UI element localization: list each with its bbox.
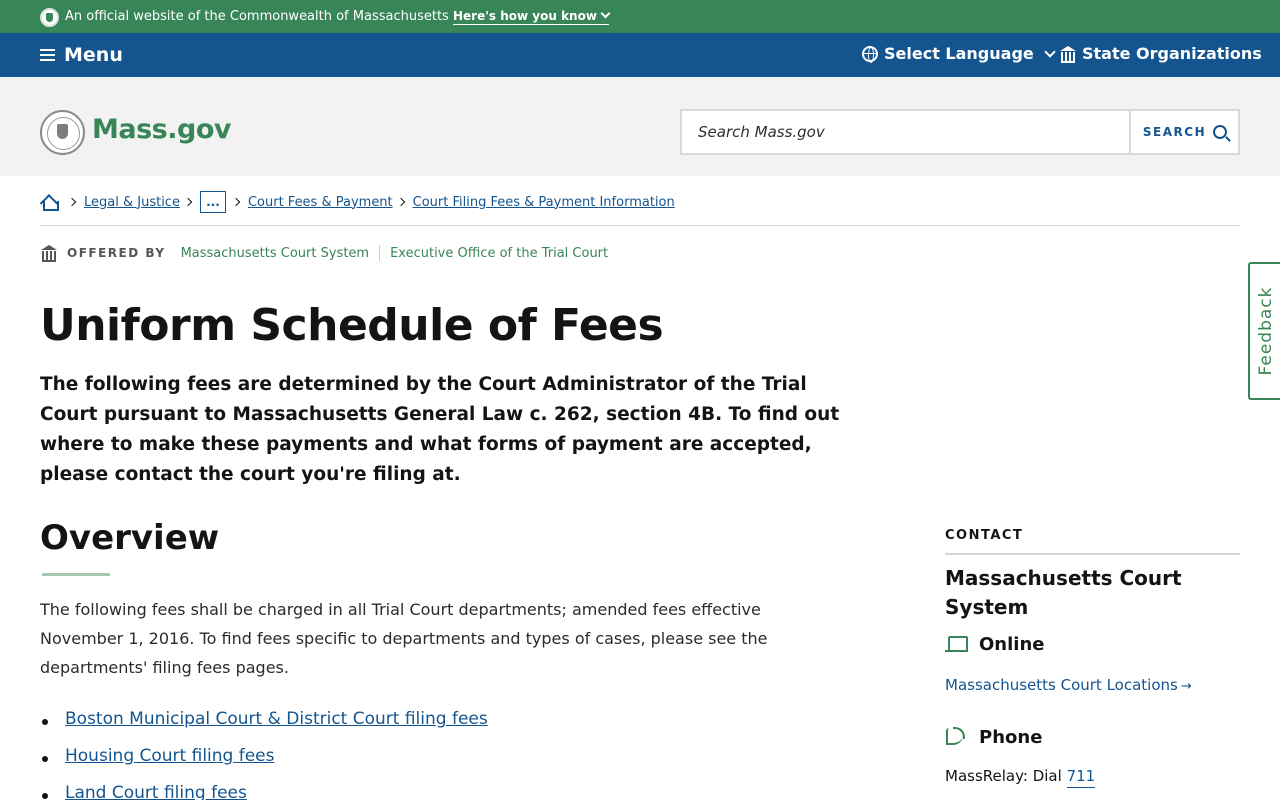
breadcrumb-expand-button[interactable]: ...: [199, 191, 226, 213]
department-links-list: Boston Municipal Court & District Court …: [40, 709, 488, 800]
search-button[interactable]: SEARCH: [1132, 111, 1238, 153]
breadcrumb-legal-justice[interactable]: Legal & Justice: [84, 195, 180, 210]
search-icon: [1213, 125, 1228, 139]
top-nav: Menu Select Language State Organizations: [0, 33, 1280, 77]
divider: [379, 245, 381, 261]
court-locations-link[interactable]: Massachusetts Court Locations →: [945, 676, 1192, 694]
heres-how-you-know-link[interactable]: Here's how you know: [453, 8, 611, 25]
chevron-right-icon: [231, 197, 241, 207]
court-locations-label: Massachusetts Court Locations: [945, 676, 1178, 694]
massrelay-label: MassRelay: Dial: [945, 767, 1062, 785]
contact-label: CONTACT: [945, 528, 1024, 543]
search-form: SEARCH: [680, 109, 1240, 155]
contact-online-label: Online: [979, 634, 1045, 655]
bmc-district-court-fees-link[interactable]: Boston Municipal Court & District Court …: [65, 709, 488, 729]
phone-icon: [945, 726, 967, 748]
heres-how-you-know-label: Here's how you know: [453, 9, 597, 23]
state-organizations-label: State Organizations: [1082, 44, 1262, 63]
contact-online-heading: Online: [945, 634, 1044, 655]
globe-icon: [862, 45, 878, 63]
list-item: Housing Court filing fees: [40, 746, 488, 783]
search-input[interactable]: [682, 111, 1131, 153]
contact-divider: [945, 553, 1240, 555]
feedback-tab[interactable]: Feedback: [1248, 262, 1280, 400]
page-lede: The following fees are determined by the…: [40, 374, 840, 485]
logo-text[interactable]: Mass.gov: [92, 114, 231, 145]
menu-button[interactable]: Menu: [40, 43, 123, 67]
official-banner: An official website of the Commonwealth …: [0, 0, 1280, 33]
state-organizations-button[interactable]: State Organizations: [1060, 44, 1262, 63]
official-banner-text: An official website of the Commonwealth …: [65, 9, 449, 24]
chevron-right-icon: [396, 197, 405, 207]
list-item: Land Court filing fees: [40, 783, 488, 800]
offered-by-trial-court-link[interactable]: Executive Office of the Trial Court: [390, 246, 608, 261]
hamburger-icon: [40, 49, 55, 61]
chevron-down-icon: [600, 8, 611, 19]
site-header: Mass.gov SEARCH: [0, 77, 1280, 176]
massrelay-number-link[interactable]: 711: [1066, 767, 1096, 788]
offered-by: OFFERED BY Massachusetts Court System Ex…: [40, 243, 608, 263]
overview-text: The following fees shall be charged in a…: [40, 600, 768, 677]
building-icon: [40, 245, 59, 262]
mass-seal-logo-icon[interactable]: [40, 110, 85, 155]
breadcrumb: Legal & Justice ... Court Fees & Payment…: [40, 191, 675, 213]
breadcrumb-divider: [40, 225, 1240, 226]
contact-name: Massachusetts Court System: [945, 566, 1182, 619]
building-icon: [1060, 45, 1077, 63]
breadcrumb-court-fees-payment[interactable]: Court Fees & Payment: [248, 195, 393, 210]
menu-label: Menu: [64, 44, 123, 66]
arrow-right-icon: →: [1180, 679, 1192, 694]
chevron-right-icon: [67, 197, 77, 207]
housing-court-fees-link[interactable]: Housing Court filing fees: [65, 746, 275, 766]
breadcrumb-court-filing-fees[interactable]: Court Filing Fees & Payment Information: [413, 195, 675, 210]
land-court-fees-link[interactable]: Land Court filing fees: [65, 783, 247, 800]
overview-heading: Overview: [40, 518, 220, 558]
offered-by-label: OFFERED BY: [67, 246, 166, 260]
select-language-button[interactable]: Select Language: [862, 44, 1056, 63]
home-icon[interactable]: [40, 194, 59, 211]
offered-by-court-system-link[interactable]: Massachusetts Court System: [181, 246, 370, 261]
massrelay-line: MassRelay: Dial 711: [945, 767, 1096, 788]
search-button-label: SEARCH: [1142, 125, 1207, 139]
chevron-down-icon: [1044, 45, 1056, 58]
chevron-right-icon: [183, 197, 193, 207]
page-title: Uniform Schedule of Fees: [40, 300, 664, 351]
laptop-icon: [945, 636, 968, 653]
contact-phone-heading: Phone: [945, 726, 1042, 748]
feedback-label: Feedback: [1256, 286, 1276, 376]
seal-icon: [40, 8, 59, 27]
list-item: Boston Municipal Court & District Court …: [40, 709, 488, 746]
select-language-label: Select Language: [884, 44, 1034, 63]
overview-underline: [42, 573, 110, 576]
contact-phone-label: Phone: [979, 726, 1043, 748]
